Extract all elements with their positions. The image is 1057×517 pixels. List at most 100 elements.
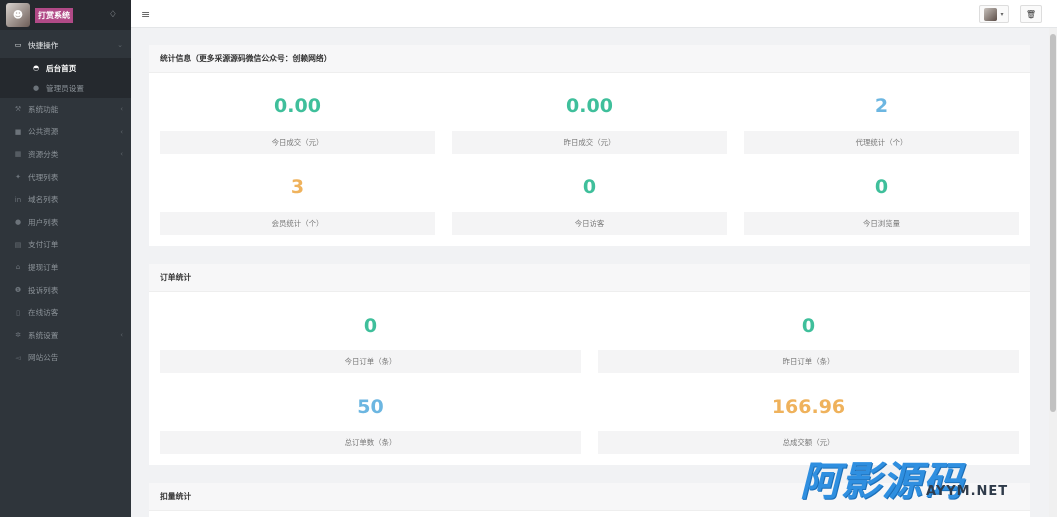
stat-label: 今日浏览量 [744, 212, 1019, 235]
stat-value: 0 [801, 315, 816, 337]
sidebar-item-system-functions[interactable]: ⚒ 系统功能 ‹ [0, 98, 131, 121]
watermark-domain: AYYM.NET [926, 484, 1009, 499]
stat-label: 会员统计（个） [160, 212, 435, 235]
stat-label: 今日访客 [452, 212, 727, 235]
stat-value: 0 [582, 176, 597, 198]
stat-value: 0 [363, 315, 378, 337]
sidebar-item-label: 代理列表 [28, 172, 59, 182]
user-icon: ● [32, 84, 40, 92]
caret-down-icon: ▾ [1000, 10, 1004, 18]
sidebar-submenu: ◓ 后台首页 ● 管理员设置 [0, 58, 131, 98]
bank-icon: ⌂ [15, 263, 21, 272]
sidebar-item-announcements[interactable]: ◅ 网站公告 [0, 347, 131, 370]
stat-today-pageviews: 0 今日浏览量 [744, 162, 1019, 235]
stat-label: 昨日订单（条） [598, 350, 1019, 373]
stat-value: 3 [290, 176, 305, 198]
sidebar-item-system-settings[interactable]: ✲ 系统设置 ‹ [0, 324, 131, 347]
sidebar-item-dashboard[interactable]: ◓ 后台首页 [0, 58, 131, 78]
sidebar-item-domain-list[interactable]: in 域名列表 [0, 188, 131, 211]
chevron-left-icon: ‹ [120, 331, 123, 340]
brand-name[interactable]: 打赏系统 [35, 7, 73, 23]
stat-total-orders: 50 总订单数（条） [160, 381, 581, 454]
stat-value: 2 [874, 95, 889, 117]
sidebar-item-label: 资源分类 [28, 149, 59, 159]
sidebar-item-label: 公共资源 [28, 127, 59, 137]
droplet-icon[interactable]: ♢ [109, 10, 117, 20]
stat-label: 代理统计（个） [744, 131, 1019, 154]
wrench-icon: ⚒ [14, 105, 22, 114]
info-icon: ❶ [14, 286, 22, 295]
sidebar-item-online-visitors[interactable]: ▯ 在线访客 [0, 301, 131, 324]
avatar [984, 7, 998, 21]
page-scrollbar[interactable] [1049, 28, 1057, 517]
sidebar-item-agent-list[interactable]: ✦ 代理列表 [0, 166, 131, 189]
sidebar-item-label: 系统设置 [28, 330, 59, 340]
users-icon: ✦ [15, 173, 21, 182]
stat-value: 50 [357, 396, 384, 418]
sidebar-item-label: 后台首页 [46, 63, 77, 73]
folder-open-icon: ▭ [14, 41, 22, 49]
stat-value: 0 [874, 176, 889, 198]
sidebar-item-payment-orders[interactable]: ▤ 支付订单 [0, 234, 131, 257]
stat-today-revenue: 0.00 今日成交（元） [160, 81, 435, 154]
chevron-left-icon: ‹ [120, 150, 123, 159]
sidebar-menu: ▭ 快捷操作 ⌄ ◓ 后台首页 ● 管理员设置 ⚒ 系统功能 ‹ ■ 公共资源 … [0, 32, 131, 369]
stat-today-visitors: 0 今日访客 [452, 162, 727, 235]
chevron-left-icon: ‹ [120, 127, 123, 136]
chevron-down-icon: ⌄ [117, 41, 123, 49]
stat-yesterday-orders: 0 昨日订单（条） [598, 300, 1019, 373]
sidebar-item-resource-categories[interactable]: ▦ 资源分类 ‹ [0, 143, 131, 166]
stat-value: 166.96 [771, 396, 846, 418]
stat-label: 昨日成交（元） [452, 131, 727, 154]
gear-icon: ✲ [15, 331, 21, 340]
stat-agent-count: 2 代理统计（个） [744, 81, 1019, 154]
sidebar-item-label: 快捷操作 [28, 40, 59, 50]
top-bar: ≡ ▾ 🗑 [131, 0, 1057, 28]
stat-yesterday-revenue: 0.00 昨日成交（元） [452, 81, 727, 154]
stat-member-count: 3 会员统计（个） [160, 162, 435, 235]
sidebar-item-withdraw-orders[interactable]: ⌂ 提现订单 [0, 256, 131, 279]
panel-title: 统计信息（更多采源源码微信公众号：创赖网络） [149, 45, 1030, 73]
sidebar-item-label: 在线访客 [28, 308, 59, 318]
stat-today-orders: 0 今日订单（条） [160, 300, 581, 373]
sidebar-item-label: 提现订单 [28, 262, 59, 272]
stat-label: 今日成交（元） [160, 131, 435, 154]
bullhorn-icon: ◅ [15, 353, 21, 362]
grid-icon: ▦ [14, 150, 22, 159]
orders-panel: 订单统计 0 今日订单（条） 0 昨日订单（条） 50 总订单数（条） 166.… [149, 264, 1030, 465]
chevron-left-icon: ‹ [120, 105, 123, 114]
stat-value: 0.00 [274, 95, 321, 117]
trash-icon: 🗑 [1025, 9, 1037, 19]
sidebar-item-public-resources[interactable]: ■ 公共资源 ‹ [0, 121, 131, 144]
sidebar-item-label: 域名列表 [28, 195, 59, 205]
stats-panel: 统计信息（更多采源源码微信公众号：创赖网络） 0.00 今日成交（元） 0.00… [149, 45, 1030, 246]
sidebar: ☻ 打赏系统 ♢ ▭ 快捷操作 ⌄ ◓ 后台首页 ● 管理员设置 ⚒ 系统功能 … [0, 0, 131, 517]
user-menu-button[interactable]: ▾ [979, 5, 1009, 23]
sidebar-item-label: 系统功能 [28, 104, 59, 114]
scrollbar-thumb[interactable] [1050, 34, 1056, 412]
brand-logo[interactable]: ☻ [6, 3, 30, 27]
sidebar-item-label: 投诉列表 [28, 285, 59, 295]
file-icon: ▯ [16, 308, 20, 317]
dashboard-icon: ◓ [32, 64, 40, 72]
sidebar-item-complaints[interactable]: ❶ 投诉列表 [0, 279, 131, 302]
sidebar-item-quick-actions[interactable]: ▭ 快捷操作 ⌄ [0, 32, 131, 58]
sidebar-item-admin-settings[interactable]: ● 管理员设置 [0, 78, 131, 98]
user-icon: ● [14, 218, 22, 227]
stat-value: 0.00 [566, 95, 613, 117]
list-icon: ▤ [14, 240, 22, 249]
sidebar-item-label: 支付订单 [28, 240, 59, 250]
stat-label: 今日订单（条） [160, 350, 581, 373]
sidebar-item-label: 用户列表 [28, 217, 59, 227]
sidebar-item-label: 管理员设置 [46, 83, 84, 93]
watermark: 阿影源码 AYYM.NET [800, 449, 1030, 505]
video-icon: ■ [14, 127, 22, 136]
brand-bar: ☻ 打赏系统 ♢ [0, 0, 131, 30]
clear-cache-button[interactable]: 🗑 [1020, 5, 1042, 23]
panel-title: 订单统计 [149, 264, 1030, 292]
stat-label: 总订单数（条） [160, 431, 581, 454]
hamburger-icon[interactable]: ≡ [141, 8, 150, 21]
stat-total-revenue: 166.96 总成交额（元） [598, 381, 1019, 454]
sidebar-item-label: 网站公告 [28, 353, 59, 363]
sidebar-item-user-list[interactable]: ● 用户列表 [0, 211, 131, 234]
